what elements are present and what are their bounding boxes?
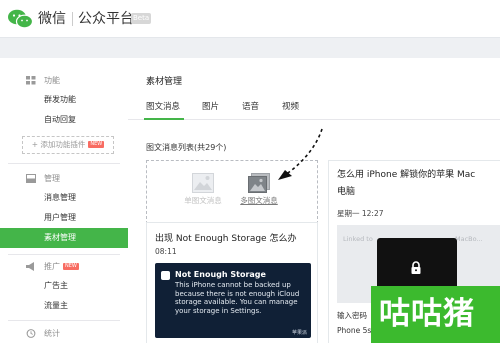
megaphone-icon bbox=[26, 262, 34, 271]
sidebar-group-title: 推广 NEW bbox=[44, 262, 79, 271]
top-bar: 微信 公众平台 Beta bbox=[0, 0, 500, 38]
clock-icon bbox=[26, 329, 36, 338]
tab-images[interactable]: 图片 bbox=[202, 100, 219, 112]
alert-body: This iPhone cannot be backed up because … bbox=[175, 281, 300, 315]
sidebar-item-mass-send[interactable]: 群发功能 bbox=[0, 90, 128, 110]
watermark-text: 咕咕猪 bbox=[379, 296, 475, 332]
new-badge: NEW bbox=[88, 141, 105, 148]
grid-icon bbox=[26, 76, 36, 85]
sidebar-group-title: 功能 bbox=[44, 76, 60, 85]
sidebar-item-publisher[interactable]: 流量主 bbox=[0, 296, 128, 316]
image-icon bbox=[192, 173, 214, 193]
add-plugin-label: + 添加功能插件 bbox=[31, 140, 86, 149]
create-single-article-button[interactable]: 单图文消息 bbox=[173, 167, 233, 207]
sidebar-divider bbox=[8, 254, 120, 255]
sidebar-item-materials[interactable]: 素材管理 bbox=[0, 228, 128, 248]
tab-voice[interactable]: 语音 bbox=[242, 100, 259, 112]
sidebar-group-manage: 管理 bbox=[0, 170, 128, 188]
sidebar-group-title: 管理 bbox=[44, 174, 60, 183]
sidebar-group-title: 统计 bbox=[44, 329, 60, 338]
article-time: 08:11 bbox=[155, 247, 177, 256]
beta-badge: Beta bbox=[131, 13, 152, 24]
brand-name[interactable]: 微信 bbox=[38, 9, 66, 29]
new-badge: NEW bbox=[63, 263, 79, 270]
sidebar-item-users[interactable]: 用户管理 bbox=[0, 208, 128, 228]
sidebar-item-auto-reply[interactable]: 自动回复 bbox=[0, 110, 128, 130]
tab-bar: 图文消息 图片 语音 视频 bbox=[128, 96, 500, 120]
tab-video[interactable]: 视频 bbox=[282, 100, 299, 112]
lock-icon bbox=[411, 261, 421, 274]
multi-image-icon bbox=[248, 173, 270, 193]
image-faint-text: Linked to bbox=[343, 235, 373, 243]
sidebar-group-features: 功能 bbox=[0, 72, 128, 90]
active-tab-indicator bbox=[144, 118, 184, 120]
sidebar-group-stats: 统计 bbox=[0, 325, 128, 343]
sidebar-group-promote: 推广 NEW bbox=[0, 258, 128, 276]
create-multi-article-button[interactable]: 多图文消息 bbox=[229, 167, 289, 207]
add-plugin-button[interactable]: + 添加功能插件 NEW bbox=[22, 136, 114, 154]
list-caption: 图文消息列表(共29个) bbox=[146, 143, 227, 152]
brand-divider bbox=[72, 12, 73, 26]
wechat-logo-icon bbox=[8, 9, 33, 29]
watermark-badge: 咕咕猪 bbox=[371, 286, 500, 343]
sidebar-item-advertiser[interactable]: 广告主 bbox=[0, 276, 128, 296]
sidebar-divider bbox=[8, 320, 120, 321]
create-single-label: 单图文消息 bbox=[184, 196, 222, 205]
article-cover-image: Not Enough Storage This iPhone cannot be… bbox=[155, 263, 311, 338]
article-card[interactable]: 出现 Not Enough Storage 怎么办 08:11 Not Enou… bbox=[146, 222, 318, 343]
article-title[interactable]: 出现 Not Enough Storage 怎么办 bbox=[155, 231, 296, 244]
inbox-icon bbox=[26, 174, 36, 183]
create-multi-label: 多图文消息 bbox=[240, 196, 278, 205]
page-title: 素材管理 bbox=[146, 77, 183, 87]
sidebar-divider bbox=[8, 163, 120, 164]
brand-subtitle[interactable]: 公众平台 bbox=[78, 9, 134, 29]
article-text-line: Phone 5s bbox=[337, 326, 372, 335]
tab-articles[interactable]: 图文消息 bbox=[146, 100, 180, 112]
image-watermark: 苹果派 bbox=[291, 330, 307, 336]
alert-title: Not Enough Storage bbox=[175, 270, 266, 279]
sidebar: 功能 群发功能 自动回复 + 添加功能插件 NEW 管理 消息管理 用户管理 素材… bbox=[0, 58, 128, 343]
article-title[interactable]: 怎么用 iPhone 解锁你的苹果 Mac 电脑 bbox=[337, 167, 487, 201]
article-time: 星期一 12:27 bbox=[337, 209, 384, 218]
sidebar-item-messages[interactable]: 消息管理 bbox=[0, 188, 128, 208]
article-text-line: 输入密码 bbox=[337, 311, 367, 320]
icloud-icon bbox=[161, 271, 170, 280]
image-faint-text: MacBo... bbox=[455, 235, 483, 243]
